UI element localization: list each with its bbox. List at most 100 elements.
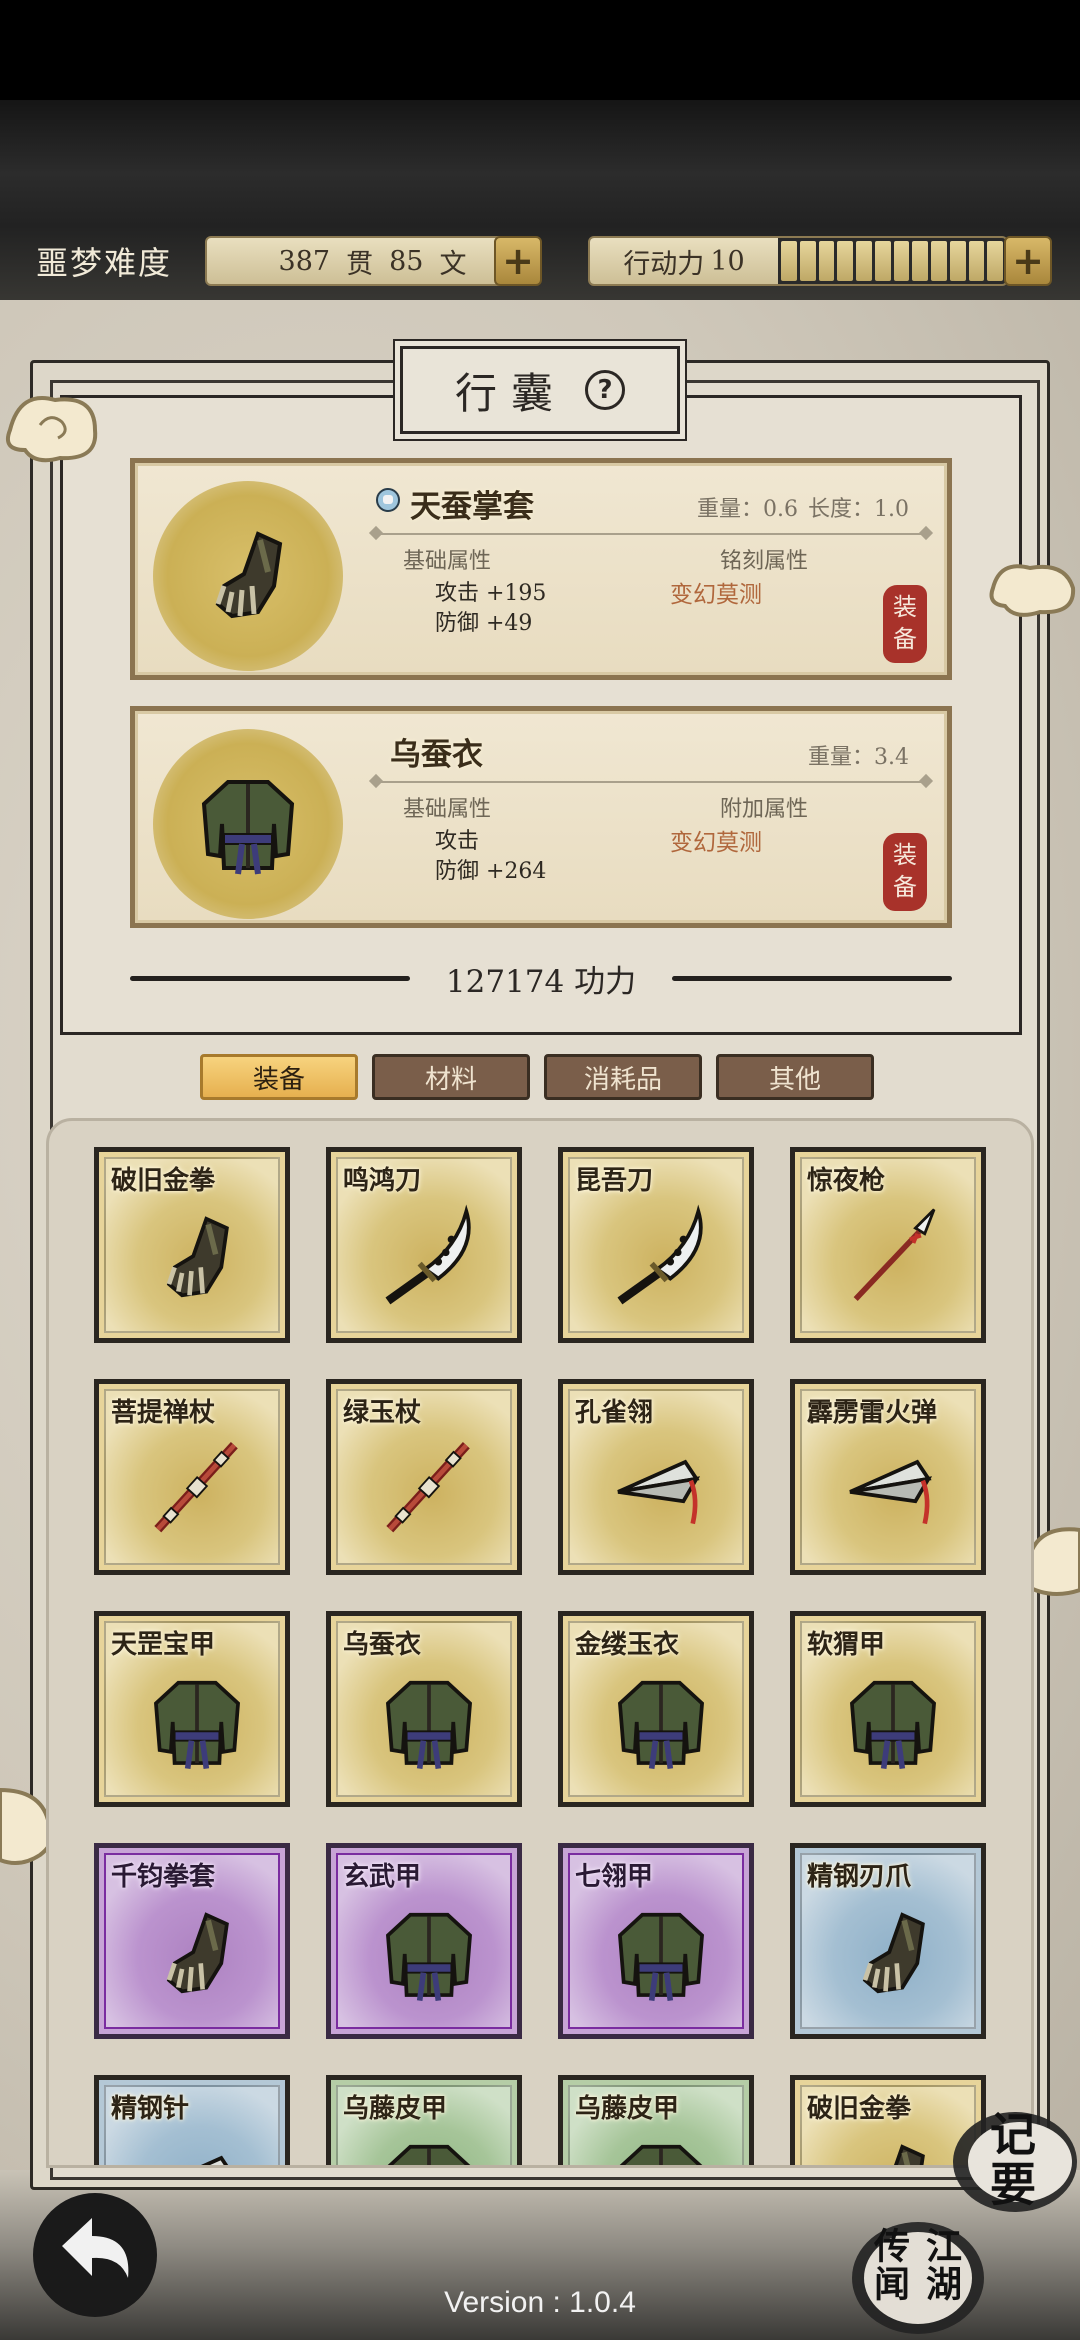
inventory-item[interactable]: 破旧金拳 bbox=[94, 1147, 290, 1343]
action-point-segment bbox=[856, 241, 872, 281]
action-point-segment bbox=[912, 241, 928, 281]
inventory-item-name: 天罡宝甲 bbox=[111, 1630, 216, 1660]
inventory-item[interactable]: 乌蚕衣 bbox=[326, 1611, 522, 1807]
inventory-item-name: 七翎甲 bbox=[575, 1862, 654, 1892]
inventory-item-name: 乌蚕衣 bbox=[343, 1630, 422, 1660]
tab-equipment[interactable]: 装备 bbox=[200, 1054, 358, 1100]
armor-icon bbox=[617, 1680, 705, 1770]
divider bbox=[375, 533, 927, 535]
extra-attribute-value: 变幻莫测 bbox=[670, 830, 762, 856]
saber-icon bbox=[617, 1204, 703, 1305]
panel-title-text: 行囊 bbox=[454, 368, 567, 418]
action-point-segment bbox=[874, 241, 891, 281]
inventory-item[interactable]: 精钢刃爪 bbox=[790, 1843, 986, 2039]
inventory-item[interactable]: 七翎甲 bbox=[558, 1843, 754, 2039]
inventory-item-name: 金缕玉衣 bbox=[575, 1630, 680, 1660]
inventory-item[interactable]: 玄武甲 bbox=[326, 1843, 522, 2039]
equipped-item-armor[interactable]: 乌蚕衣 重量：3.4 基础属性 附加属性 攻击 防御 +264 变幻莫测 装备 bbox=[130, 706, 952, 928]
power-display: 127174 功力 bbox=[130, 955, 953, 1001]
tab-consumables[interactable]: 消耗品 bbox=[544, 1054, 702, 1100]
wen-value: 85 bbox=[389, 245, 424, 277]
equipped-item-meta: 重量：3.4 bbox=[808, 739, 909, 771]
action-points-value: 10 bbox=[710, 245, 745, 277]
action-point-segment bbox=[818, 241, 835, 281]
inventory-item[interactable]: 孔雀翎 bbox=[558, 1379, 754, 1575]
panel-title: 行囊 ? bbox=[400, 346, 680, 434]
inventory-item[interactable]: 金缕玉衣 bbox=[558, 1611, 754, 1807]
difficulty-label: 噩梦难度 bbox=[36, 244, 173, 282]
question-mark-icon[interactable]: ? bbox=[585, 370, 625, 410]
inventory-item[interactable]: 昆吾刀 bbox=[558, 1147, 754, 1343]
inscription-attributes-label: 铭刻属性 bbox=[720, 549, 809, 574]
inventory-item-name: 昆吾刀 bbox=[575, 1166, 654, 1196]
notes-button[interactable]: 记要 bbox=[940, 2100, 1080, 2220]
armor-icon bbox=[849, 1680, 937, 1770]
add-money-button[interactable]: + bbox=[494, 236, 542, 286]
inventory-item-name: 乌藤皮甲 bbox=[575, 2094, 680, 2124]
inventory-item-name: 乌藤皮甲 bbox=[343, 2094, 448, 2124]
gauntlet-icon bbox=[215, 531, 283, 619]
attack-stat: 攻击 +195 bbox=[435, 581, 547, 606]
weight-label: 重量： bbox=[696, 497, 763, 522]
action-point-segment bbox=[781, 241, 797, 281]
inventory-item[interactable]: 软猬甲 bbox=[790, 1611, 986, 1807]
gauntlet-icon bbox=[166, 1912, 229, 1994]
additional-attributes-label: 附加属性 bbox=[720, 797, 809, 822]
length-label: 长度： bbox=[807, 497, 874, 522]
inventory-item[interactable]: 天罡宝甲 bbox=[94, 1611, 290, 1807]
cloud-ornament-icon bbox=[989, 564, 1076, 617]
equipped-item-name: 天蚕掌套 bbox=[410, 489, 534, 525]
inventory-item[interactable]: 乌藤皮甲 bbox=[558, 2075, 754, 2165]
divider bbox=[130, 975, 410, 981]
armor-icon bbox=[387, 2144, 471, 2165]
wen-unit: 文 bbox=[439, 248, 467, 280]
spear-icon bbox=[853, 1208, 936, 1301]
equip-stamp-button[interactable]: 装备 bbox=[883, 833, 927, 911]
inventory-item-name: 鸣鸿刀 bbox=[343, 1166, 422, 1196]
equip-stamp-button[interactable]: 装备 bbox=[883, 585, 927, 663]
notes-button-label: 记要 bbox=[983, 2110, 1037, 2210]
status-bar-area bbox=[0, 0, 1080, 100]
add-action-points-button[interactable]: + bbox=[1004, 236, 1052, 286]
weight-value: 3.4 bbox=[874, 745, 909, 770]
dart-icon bbox=[200, 2155, 229, 2165]
news-button[interactable]: 江湖传闻 bbox=[840, 2210, 990, 2340]
inventory-item-name: 玄武甲 bbox=[343, 1862, 422, 1892]
inventory-item-name: 破旧金拳 bbox=[111, 1166, 216, 1196]
tab-materials[interactable]: 材料 bbox=[372, 1054, 530, 1100]
inventory-item[interactable]: 乌藤皮甲 bbox=[326, 2075, 522, 2165]
staff-icon bbox=[386, 1442, 470, 1533]
tab-other[interactable]: 其他 bbox=[716, 1054, 874, 1100]
action-points-meter bbox=[778, 238, 1006, 284]
armor-icon bbox=[385, 1912, 473, 2002]
inventory-item[interactable]: 精钢针 bbox=[94, 2075, 290, 2165]
armor-icon bbox=[385, 1680, 473, 1770]
inventory-item[interactable]: 菩提禅杖 bbox=[94, 1379, 290, 1575]
divider bbox=[672, 975, 953, 981]
news-button-label: 江湖传闻 bbox=[868, 2227, 962, 2303]
action-point-segment bbox=[931, 241, 947, 281]
extra-attribute-value: 变幻莫测 bbox=[670, 582, 762, 608]
inventory-item-name: 千钧拳套 bbox=[111, 1862, 216, 1892]
gauntlet-icon bbox=[893, 2144, 925, 2165]
saber-icon bbox=[385, 1204, 471, 1305]
inventory-grid-container[interactable]: 破旧金拳 鸣鸿刀 昆吾刀 惊夜枪菩提禅杖 绿玉杖 孔雀翎 霹雳雷火弹天罡宝甲 乌蚕衣 金缕玉衣 软… bbox=[46, 1118, 1034, 2168]
inventory-item-name: 破旧金拳 bbox=[807, 2094, 912, 2124]
inventory-item-name: 精钢刃爪 bbox=[807, 1862, 912, 1892]
armor-icon bbox=[619, 2144, 703, 2165]
equipped-item-meta: 重量：0.6 长度：1.0 bbox=[697, 491, 909, 523]
inventory-item[interactable]: 鸣鸿刀 bbox=[326, 1147, 522, 1343]
action-point-segment bbox=[837, 241, 853, 281]
equipped-item-image bbox=[153, 729, 343, 919]
attack-stat: 攻击 bbox=[435, 829, 480, 854]
equipped-item-image bbox=[153, 481, 343, 671]
equipped-item-gloves[interactable]: 天蚕掌套 重量：0.6 长度：1.0 基础属性 铭刻属性 攻击 +195 防御 … bbox=[130, 458, 952, 680]
action-point-segment bbox=[949, 241, 966, 281]
gauntlet-icon bbox=[862, 1912, 925, 1994]
inventory-item[interactable]: 霹雳雷火弹 bbox=[790, 1379, 986, 1575]
inventory-item[interactable]: 绿玉杖 bbox=[326, 1379, 522, 1575]
guan-value: 387 bbox=[278, 245, 331, 277]
inventory-item[interactable]: 千钧拳套 bbox=[94, 1843, 290, 2039]
action-point-segment bbox=[968, 241, 985, 281]
inventory-item[interactable]: 惊夜枪 bbox=[790, 1147, 986, 1343]
